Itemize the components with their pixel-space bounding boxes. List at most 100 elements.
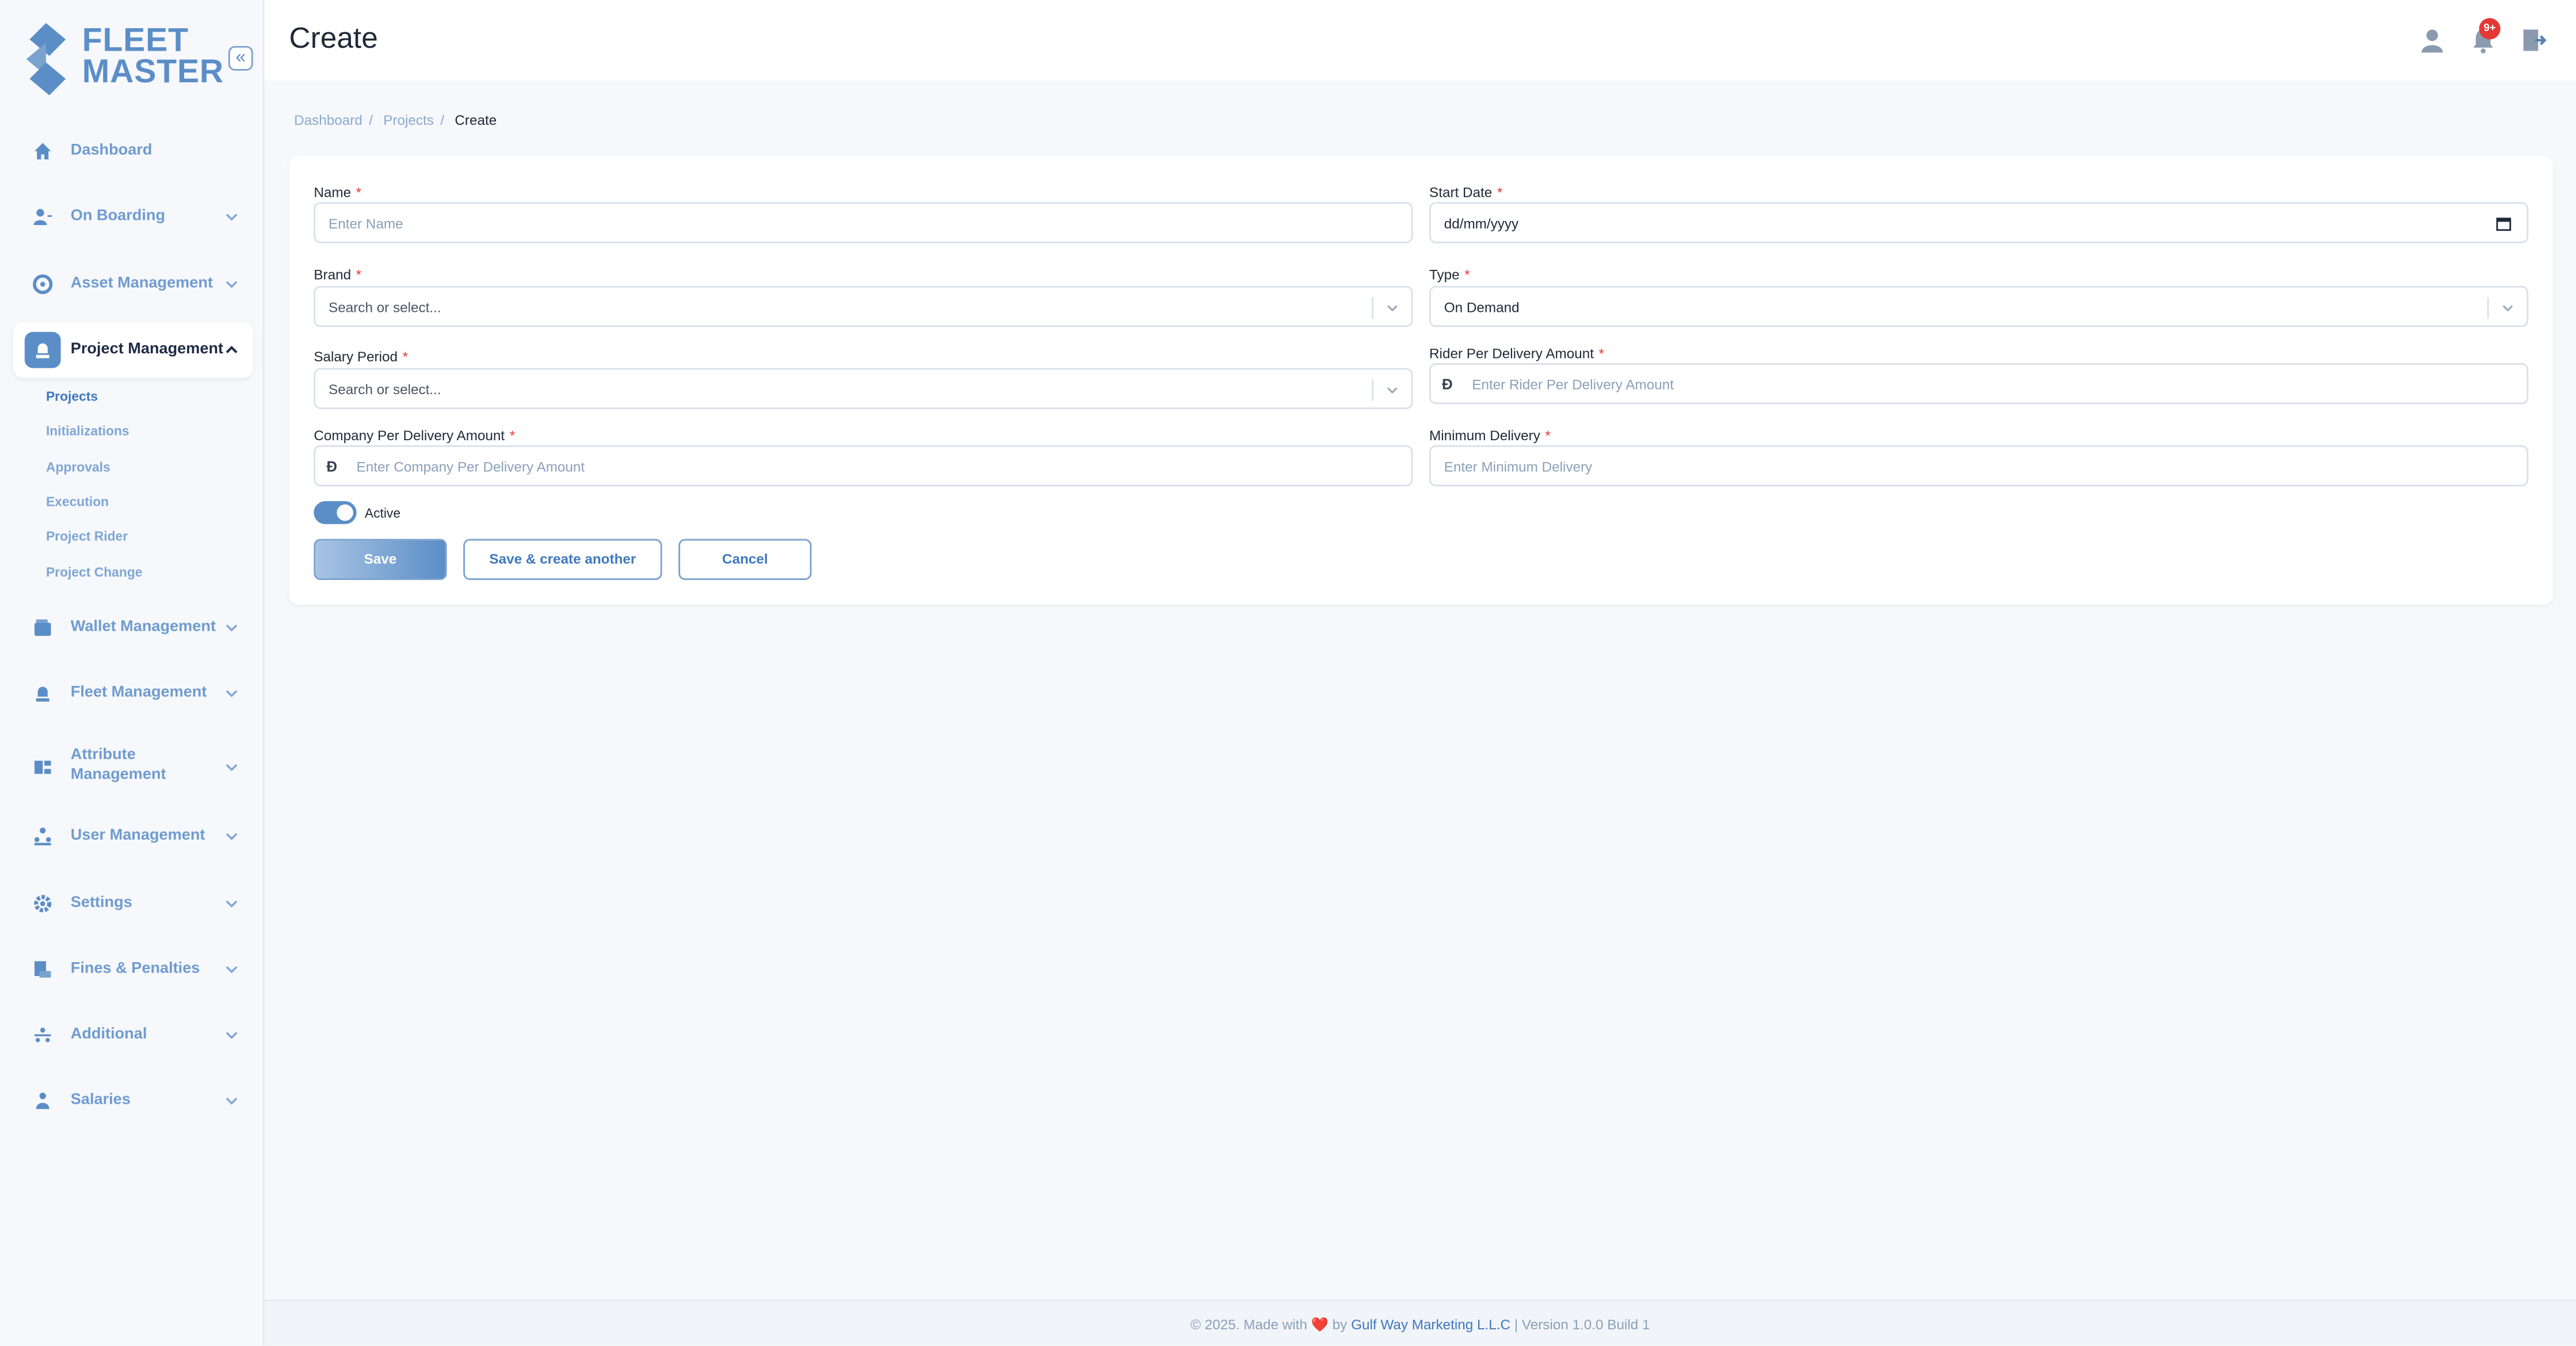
collapse-sidebar-button[interactable]: « <box>228 45 253 71</box>
required-asterisk: * <box>1464 266 1470 283</box>
rider-amount-input[interactable]: Đ Enter Rider Per Delivery Amount <box>1429 363 2529 405</box>
project-icon <box>24 331 61 368</box>
sidebar-item-label: Additional <box>70 1025 147 1044</box>
sidebar-item-label: Fines & Penalties <box>70 959 200 978</box>
select-separator <box>1372 379 1373 401</box>
user-profile-icon[interactable] <box>2418 26 2447 55</box>
chevron-down-icon <box>226 900 238 908</box>
logo-mark-icon <box>26 22 66 96</box>
type-value: On Demand <box>1444 299 1520 316</box>
start-date-label-text: Start Date <box>1429 184 1493 201</box>
sidebar-item-label: Dashboard <box>70 141 152 159</box>
sidebar-item-fines-penalties[interactable]: Fines & Penalties <box>13 941 253 997</box>
sidebar-item-fleet-management[interactable]: Fleet Management <box>13 665 253 721</box>
chevron-down-icon <box>226 966 238 974</box>
logout-icon[interactable] <box>2520 26 2548 55</box>
fleet-icon <box>28 678 58 708</box>
salary-period-placeholder: Search or select... <box>329 381 441 398</box>
chevron-down-icon[interactable] <box>2501 301 2516 316</box>
chevron-down-icon[interactable] <box>1385 383 1400 398</box>
type-select[interactable]: On Demand <box>1429 285 2529 327</box>
brand-label: Brand * <box>314 266 361 283</box>
sidebar-item-label: Fleet Management <box>70 683 207 702</box>
sidebar-item-label: On Boarding <box>70 207 166 226</box>
breadcrumb-separator: / <box>440 112 445 128</box>
sidebar-subitem-approvals[interactable]: Approvals <box>46 460 110 475</box>
footer-company-link[interactable]: Gulf Way Marketing L.L.C <box>1351 1316 1510 1333</box>
sidebar-item-on-boarding[interactable]: On Boarding <box>13 189 253 245</box>
users-icon <box>28 822 58 851</box>
salary-period-label-text: Salary Period <box>314 348 398 365</box>
salaries-icon <box>28 1086 58 1115</box>
sidebar-item-dashboard[interactable]: Dashboard <box>13 123 253 179</box>
start-date-input[interactable]: dd/mm/yyyy <box>1429 202 2529 243</box>
min-delivery-input[interactable]: Enter Minimum Delivery <box>1429 445 2529 487</box>
select-separator <box>2487 297 2489 319</box>
logo-line1: FLEET <box>82 22 189 59</box>
required-asterisk: * <box>402 348 409 365</box>
chevron-down-icon <box>226 624 238 632</box>
sidebar-subitem-projects[interactable]: Projects <box>46 390 98 405</box>
user-plus-icon <box>28 202 58 231</box>
sidebar-item-additional[interactable]: Additional <box>13 1007 253 1063</box>
company-amount-placeholder: Enter Company Per Delivery Amount <box>356 458 585 475</box>
attribute-icon <box>28 753 58 782</box>
sidebar-item-attribute-management[interactable]: Attribute Management <box>13 734 253 800</box>
sidebar-item-asset-management[interactable]: Asset Management <box>13 256 253 312</box>
rider-amount-label: Rider Per Delivery Amount * <box>1429 345 1604 362</box>
breadcrumb-current: Create <box>455 112 497 128</box>
sidebar-item-settings[interactable]: Settings <box>13 876 253 932</box>
footer-by: by <box>1332 1316 1348 1333</box>
dirham-currency-icon: Đ <box>1442 375 1453 392</box>
fines-icon <box>28 955 58 984</box>
type-label: Type * <box>1429 266 1470 283</box>
sidebar-item-wallet-management[interactable]: Wallet Management <box>13 600 253 655</box>
home-icon <box>28 136 58 166</box>
chevron-down-icon <box>226 833 238 841</box>
name-label-text: Name <box>314 184 352 201</box>
dirham-currency-icon: Đ <box>326 457 338 474</box>
heart-icon: ❤️ <box>1311 1316 1329 1333</box>
logo-line2: MASTER <box>82 54 224 91</box>
sidebar-subitem-project-rider[interactable]: Project Rider <box>46 529 128 544</box>
min-delivery-label: Minimum Delivery * <box>1429 427 1551 444</box>
rider-amount-placeholder: Enter Rider Per Delivery Amount <box>1472 376 1674 393</box>
notification-badge: 9+ <box>2479 18 2501 40</box>
sidebar-item-label: User Management <box>70 826 205 845</box>
active-label: Active <box>364 506 401 521</box>
name-input[interactable]: Enter Name <box>314 202 1413 243</box>
sidebar-item-label: Asset Management <box>70 274 213 293</box>
salary-period-select[interactable]: Search or select... <box>314 368 1413 409</box>
calendar-icon[interactable] <box>2495 215 2512 232</box>
required-asterisk: * <box>356 266 362 283</box>
chevron-up-icon <box>226 346 238 353</box>
chevron-down-icon[interactable] <box>1385 301 1400 316</box>
save-button[interactable]: Save <box>314 539 447 580</box>
sidebar-item-project-management[interactable]: Project Management <box>13 322 253 378</box>
sidebar-item-user-management[interactable]: User Management <box>13 809 253 864</box>
cancel-button[interactable]: Cancel <box>678 539 812 580</box>
required-asterisk: * <box>1497 184 1503 201</box>
brand-select[interactable]: Search or select... <box>314 285 1413 327</box>
name-placeholder: Enter Name <box>329 215 403 232</box>
page-title: Create <box>289 21 378 55</box>
chevron-down-icon <box>226 764 238 772</box>
sidebar-item-label: Wallet Management <box>70 617 216 636</box>
company-amount-input[interactable]: Đ Enter Company Per Delivery Amount <box>314 445 1413 487</box>
sidebar-item-salaries[interactable]: Salaries <box>13 1073 253 1128</box>
sidebar-subitem-project-change[interactable]: Project Change <box>46 565 143 580</box>
chevron-down-icon <box>226 281 238 288</box>
active-toggle[interactable] <box>314 501 357 524</box>
breadcrumb-dashboard[interactable]: Dashboard <box>294 112 362 128</box>
brand-placeholder: Search or select... <box>329 299 441 316</box>
sidebar-subitem-execution[interactable]: Execution <box>46 494 109 509</box>
breadcrumb-projects[interactable]: Projects <box>383 112 434 128</box>
fleet-master-logo[interactable]: FLEET MASTER <box>23 22 224 96</box>
sidebar-subitem-initializations[interactable]: Initializations <box>46 424 129 439</box>
footer-copyright: © 2025. Made with <box>1190 1316 1307 1333</box>
footer: © 2025. Made with ❤️ by Gulf Way Marketi… <box>264 1299 2576 1346</box>
logo-text: FLEET MASTER <box>82 22 224 91</box>
min-delivery-label-text: Minimum Delivery <box>1429 427 1540 444</box>
sidebar-item-label: Salaries <box>70 1090 131 1109</box>
save-create-another-button[interactable]: Save & create another <box>463 539 662 580</box>
